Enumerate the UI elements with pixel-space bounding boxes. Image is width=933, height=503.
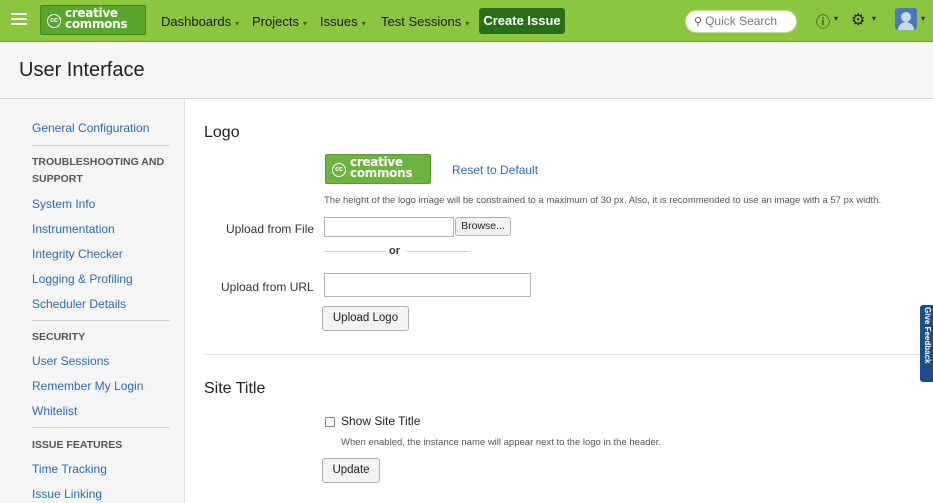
sidebar-item-system-info[interactable]: System Info xyxy=(32,197,95,211)
nav-issues[interactable]: Issues ▾ xyxy=(320,14,366,29)
site-title-description: When enabled, the instance name will app… xyxy=(341,437,662,448)
sidebar-heading-security: SECURITY xyxy=(32,331,86,343)
sidebar-item-scheduler-details[interactable]: Scheduler Details xyxy=(32,297,126,311)
gear-icon[interactable]: ⚙ xyxy=(851,10,865,30)
sidebar-heading-troubleshooting: TROUBLESHOOTING AND SUPPORT xyxy=(32,156,165,185)
or-separator: or xyxy=(389,245,400,257)
show-site-title-label[interactable]: Show Site Title xyxy=(341,414,420,428)
sidebar-item-issue-linking[interactable]: Issue Linking xyxy=(32,487,102,501)
sidebar-divider xyxy=(32,427,170,428)
sidebar-item-time-tracking[interactable]: Time Tracking xyxy=(32,462,107,476)
sidebar-divider xyxy=(32,320,170,321)
nav-projects[interactable]: Projects ▾ xyxy=(252,14,307,29)
chevron-down-icon[interactable]: ▾ xyxy=(921,14,925,23)
page-title: User Interface xyxy=(19,59,145,81)
chevron-down-icon: ▾ xyxy=(361,19,366,28)
app-switcher-menu-icon[interactable] xyxy=(11,13,27,26)
sidebar-item-remember-my-login[interactable]: Remember My Login xyxy=(32,379,143,393)
top-navigation-bar: cc creative commons Dashboards ▾ Projects… xyxy=(0,0,933,42)
sidebar-divider xyxy=(32,145,170,146)
cc-logo-icon: cc xyxy=(332,163,346,177)
upload-file-field[interactable] xyxy=(324,217,454,237)
nav-dashboards[interactable]: Dashboards ▾ xyxy=(161,14,239,29)
upload-logo-button[interactable]: Upload Logo xyxy=(322,306,409,331)
chevron-down-icon: ▾ xyxy=(465,19,470,28)
create-issue-button[interactable]: Create Issue xyxy=(479,8,565,34)
update-button[interactable]: Update xyxy=(322,458,380,483)
feedback-tab[interactable]: Give Feedback xyxy=(920,305,933,382)
logo-text-line2: commons xyxy=(350,166,413,180)
site-logo[interactable]: cc creative commons xyxy=(40,5,146,35)
browse-button[interactable]: Browse... xyxy=(455,217,511,236)
admin-sidebar: General Configuration TROUBLESHOOTING AN… xyxy=(0,100,185,503)
page-header: User Interface xyxy=(0,43,933,99)
or-divider-right xyxy=(406,251,470,252)
site-title-section-heading: Site Title xyxy=(204,380,266,397)
feedback-tab-label: Give Feedback xyxy=(923,307,932,364)
sidebar-item-whitelist[interactable]: Whitelist xyxy=(32,404,77,418)
logo-text-line2: commons xyxy=(65,17,128,31)
sidebar-item-instrumentation[interactable]: Instrumentation xyxy=(32,222,115,236)
chevron-down-icon[interactable]: ▾ xyxy=(834,14,838,23)
logo-section-heading: Logo xyxy=(204,124,240,141)
nav-test-sessions[interactable]: Test Sessions ▾ xyxy=(381,14,469,29)
upload-url-input[interactable] xyxy=(324,273,531,297)
sidebar-item-general-configuration[interactable]: General Configuration xyxy=(32,121,149,135)
question-circle-icon[interactable]: ⓘ xyxy=(816,12,830,32)
search-icon: ⚲ xyxy=(694,16,703,28)
show-site-title-checkbox[interactable] xyxy=(325,417,335,427)
chevron-down-icon[interactable]: ▾ xyxy=(872,14,876,23)
sidebar-item-user-sessions[interactable]: User Sessions xyxy=(32,354,109,368)
upload-from-file-label: Upload from File xyxy=(226,222,315,236)
cc-logo-icon: cc xyxy=(47,14,61,28)
section-divider xyxy=(204,354,920,355)
or-divider-left xyxy=(324,251,386,252)
sidebar-item-integrity-checker[interactable]: Integrity Checker xyxy=(32,247,123,261)
reset-to-default-link[interactable]: Reset to Default xyxy=(452,163,538,177)
current-logo-preview: cc creative commons xyxy=(325,154,431,184)
sidebar-item-logging-profiling[interactable]: Logging & Profiling xyxy=(32,272,133,286)
upload-from-url-label: Upload from URL xyxy=(221,280,314,294)
user-avatar[interactable] xyxy=(895,8,917,30)
quick-search-input[interactable]: ⚲ Quick Search xyxy=(685,10,797,33)
chevron-down-icon: ▾ xyxy=(302,19,307,28)
chevron-down-icon: ▾ xyxy=(235,19,240,28)
logo-description: The height of the logo image will be con… xyxy=(324,195,882,206)
sidebar-heading-issue-features: ISSUE FEATURES xyxy=(32,439,123,451)
